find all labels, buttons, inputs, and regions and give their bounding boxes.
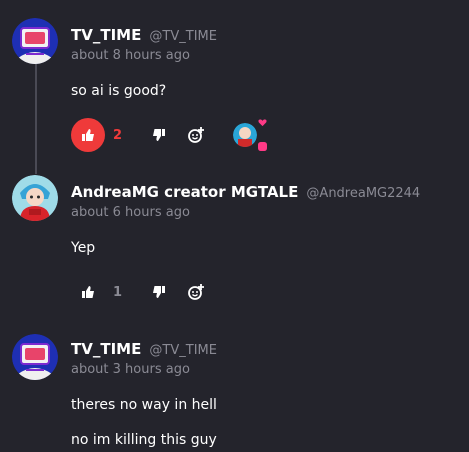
dislike-button[interactable] xyxy=(147,118,171,152)
thumbs-up-icon xyxy=(82,286,94,298)
like-count: 1 xyxy=(113,284,123,300)
heart-badge-icon xyxy=(258,142,267,151)
author-handle[interactable]: @TV_TIME xyxy=(149,343,217,358)
timestamp[interactable]: about 6 hours ago xyxy=(71,205,190,220)
like-button[interactable] xyxy=(71,118,105,152)
creator-heart-avatar xyxy=(233,123,257,147)
thumbs-down-icon xyxy=(153,129,165,141)
author-handle[interactable]: @TV_TIME xyxy=(149,29,217,44)
comment-actions: 1 xyxy=(71,275,221,309)
avatar[interactable] xyxy=(12,334,58,380)
like-button[interactable] xyxy=(71,275,105,309)
like-count: 2 xyxy=(113,127,123,143)
comment-text: so ai is good? xyxy=(71,83,167,99)
timestamp[interactable]: about 8 hours ago xyxy=(71,48,190,63)
dislike-button[interactable] xyxy=(147,275,171,309)
thumbs-down-icon xyxy=(153,286,165,298)
thumbs-up-icon xyxy=(82,129,94,141)
add-reaction-button[interactable] xyxy=(184,275,208,309)
author-name[interactable]: TV_TIME xyxy=(71,26,141,44)
avatar[interactable] xyxy=(12,18,58,64)
heart-icon xyxy=(258,119,267,127)
author-name[interactable]: AndreaMG creator MGTALE xyxy=(71,183,298,201)
comment-actions: 2 xyxy=(71,118,281,152)
add-emoji-icon xyxy=(188,127,204,143)
comment-text: Yep xyxy=(71,240,96,256)
author-name[interactable]: TV_TIME xyxy=(71,340,141,358)
avatar[interactable] xyxy=(12,175,58,221)
comment-thread: TV_TIME @TV_TIME about 8 hours ago so ai… xyxy=(0,0,469,452)
add-emoji-icon xyxy=(188,284,204,300)
comment-text: no im killing this guy xyxy=(71,432,217,448)
author-handle[interactable]: @AndreaMG2244 xyxy=(306,186,420,201)
comment-text: theres no way in hell xyxy=(71,397,217,413)
add-reaction-button[interactable] xyxy=(184,118,208,152)
thread-line xyxy=(35,64,37,174)
timestamp[interactable]: about 3 hours ago xyxy=(71,362,190,377)
